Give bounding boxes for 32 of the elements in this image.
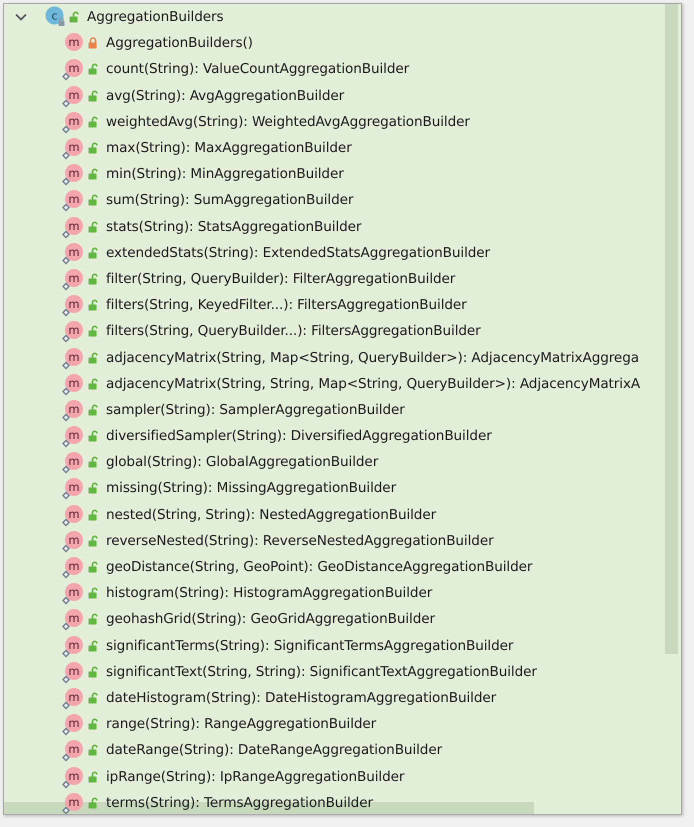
method-signature[interactable]: terms(String): TermsAggregationBuilder xyxy=(106,794,373,811)
method-signature[interactable]: dateHistogram(String): DateHistogramAggregationBuilder xyxy=(106,690,496,706)
method-signature[interactable]: histogram(String): HistogramAggregationBuilder xyxy=(106,585,432,602)
method-signature[interactable]: stats(String): StatsAggregationBuilder xyxy=(106,218,362,235)
method-signature[interactable]: missing(String): MissingAggregationBuilder xyxy=(106,480,396,496)
method-signature[interactable]: dateRange(String): DateRangeAggregationBuilder xyxy=(106,742,442,758)
class-name[interactable]: AggregationBuilders xyxy=(87,9,224,26)
method-signature[interactable]: reverseNested(String): ReverseNestedAggregationBuilder xyxy=(106,532,494,549)
method-signature[interactable]: adjacencyMatrix(String, String, Map<String, QueryBuilder>): AdjacencyMatrixA xyxy=(106,376,640,392)
vertical-scrollbar-thumb[interactable] xyxy=(665,4,678,654)
method-signature[interactable]: min(String): MinAggregationBuilder xyxy=(106,166,344,182)
method-signature[interactable]: sum(String): SumAggregationBuilder xyxy=(106,192,354,208)
method-signature[interactable]: geohashGrid(String): GeoGridAggregationBuilder xyxy=(106,611,435,628)
method-signature[interactable]: significantText(String, String): SignificantTextAggregationBuilder xyxy=(106,664,537,680)
method-signature[interactable]: filters(String, KeyedFilter...): FiltersAggregationBuilder xyxy=(106,297,467,314)
method-signature[interactable]: sampler(String): SamplerAggregationBuilder xyxy=(106,402,405,418)
method-signature[interactable]: AggregationBuilders() xyxy=(106,35,253,52)
method-signature[interactable]: extendedStats(String): ExtendedStatsAggregationBuilder xyxy=(106,244,490,261)
method-signature[interactable]: significantTerms(String): SignificantTermsAggregationBuilder xyxy=(106,638,514,654)
method-signature[interactable]: range(String): RangeAggregationBuilder xyxy=(106,716,376,732)
method-signature[interactable]: nested(String, String): NestedAggregationBuilder xyxy=(106,506,436,523)
method-signature[interactable]: ipRange(String): IpRangeAggregationBuilder xyxy=(106,768,404,785)
method-signature[interactable]: weightedAvg(String): WeightedAvgAggregationBuilder xyxy=(106,114,470,130)
method-signature[interactable]: global(String): GlobalAggregationBuilder xyxy=(106,454,378,470)
method-signature[interactable]: max(String): MaxAggregationBuilder xyxy=(106,140,352,156)
method-signature[interactable]: adjacencyMatrix(String, Map<String, QueryBuilder>): AdjacencyMatrixAggrega xyxy=(106,350,639,366)
method-signature[interactable]: filter(String, QueryBuilder): FilterAggregationBuilder xyxy=(106,270,456,287)
method-signature[interactable]: diversifiedSampler(String): DiversifiedAggregationBuilder xyxy=(106,428,492,444)
method-signature[interactable]: count(String): ValueCountAggregationBuilder xyxy=(106,61,410,78)
method-signature[interactable]: avg(String): AvgAggregationBuilder xyxy=(106,88,344,104)
method-signature[interactable]: geoDistance(String, GeoPoint): GeoDistanceAggregationBuilder xyxy=(106,559,532,576)
method-signature[interactable]: filters(String, QueryBuilder...): FiltersAggregationBuilder xyxy=(106,323,481,340)
